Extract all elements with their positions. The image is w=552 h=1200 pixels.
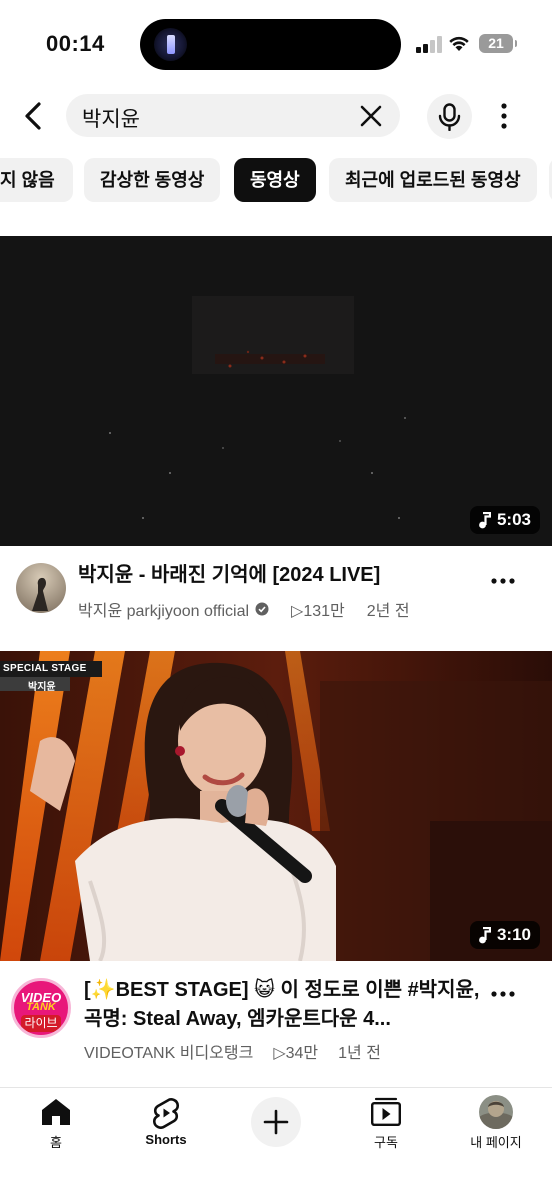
shorts-icon [153, 1097, 179, 1129]
voice-search-button[interactable] [427, 94, 472, 139]
battery-icon: 21 [479, 34, 517, 53]
video-subtitle: 박지윤 parkjiyoon official ▷131만 2년 전 [78, 597, 410, 621]
video-thumbnail[interactable]: SPECIAL STAGE 박지윤 3:10 [0, 651, 552, 961]
video-subtitle: VIDEOTANK 비디오탱크 ▷34만 1년 전 [84, 1039, 381, 1063]
tab-subscriptions[interactable]: 구독 [331, 1088, 441, 1158]
verified-icon [255, 602, 269, 616]
dynamic-island [140, 19, 401, 70]
channel-name[interactable]: 박지윤 parkjiyoon official [78, 597, 249, 621]
chip-watched[interactable]: 감상한 동영상 [84, 158, 221, 202]
chip-recently-uploaded[interactable]: 최근에 업로드된 동영상 [329, 158, 537, 202]
duration-text: 3:10 [496, 925, 531, 944]
special-stage-label: SPECIAL STAGE [3, 663, 87, 674]
filter-chips: 지 않음 감상한 동영상 동영상 최근에 업로드된 동영상 [0, 158, 552, 202]
duration-badge: 3:10 [469, 921, 540, 949]
more-horiz-icon[interactable] [490, 571, 516, 591]
tab-label: 내 페이지 [470, 1135, 522, 1150]
thumbnail-image [0, 236, 552, 546]
video-title[interactable]: 박지윤 - 바래진 기억에 [2024 LIVE] [78, 561, 478, 590]
profile-avatar [479, 1095, 513, 1129]
plus-icon [263, 1109, 289, 1135]
special-stage-name: 박지윤 [28, 682, 56, 693]
status-time: 00:14 [46, 31, 105, 56]
video-title[interactable]: [✨BEST STAGE] 😺 이 정도로 이쁜 #박지윤, 곡명: Steal… [84, 976, 480, 1034]
subscriptions-icon [371, 1097, 402, 1127]
music-note-icon [479, 511, 491, 528]
view-count: ▷131만 [291, 603, 345, 620]
status-bar: 00:14 21 [0, 0, 552, 88]
tab-you[interactable]: 내 페이지 [441, 1088, 551, 1158]
wifi-icon [449, 36, 469, 51]
channel-avatar[interactable] [16, 563, 66, 613]
music-note-icon [479, 926, 491, 943]
thumbnail-image [0, 651, 552, 961]
cellular-signal-icon [416, 36, 442, 53]
video-thumbnail[interactable]: 5:03 [0, 236, 552, 546]
tab-label: 홈 [50, 1135, 62, 1150]
duration-text: 5:03 [496, 510, 531, 529]
chip-unwatched[interactable]: 지 않음 [0, 158, 73, 202]
home-icon [42, 1099, 70, 1125]
flashlight-icon [154, 28, 187, 61]
tab-shorts[interactable]: Shorts [111, 1088, 221, 1158]
tab-home[interactable]: 홈 [1, 1088, 111, 1158]
upload-age: 2년 전 [366, 603, 410, 620]
more-horiz-icon[interactable] [490, 984, 516, 1004]
duration-badge: 5:03 [469, 506, 540, 534]
bottom-nav: 홈 Shorts 구독 내 페이지 [0, 1087, 552, 1200]
channel-avatar[interactable]: VIDEO TANK 라이브 [11, 978, 71, 1038]
search-input[interactable]: 박지윤 [66, 94, 400, 137]
more-vert-icon[interactable] [494, 101, 514, 131]
search-query[interactable]: 박지윤 [82, 103, 140, 133]
tab-label: Shorts [145, 1132, 187, 1147]
tab-label: 구독 [374, 1135, 398, 1150]
microphone-icon [438, 103, 461, 131]
avatar-text-live: 라이브 [21, 1015, 61, 1032]
create-button[interactable] [251, 1097, 301, 1147]
upload-age: 1년 전 [338, 1045, 381, 1062]
chip-videos[interactable]: 동영상 [234, 158, 316, 202]
channel-name[interactable]: VIDEOTANK 비디오탱크 [84, 1039, 253, 1063]
clear-icon[interactable] [358, 103, 384, 129]
back-arrow-icon[interactable] [18, 96, 50, 136]
avatar-text-tank: TANK [26, 1001, 56, 1013]
view-count: ▷34만 [273, 1045, 319, 1062]
